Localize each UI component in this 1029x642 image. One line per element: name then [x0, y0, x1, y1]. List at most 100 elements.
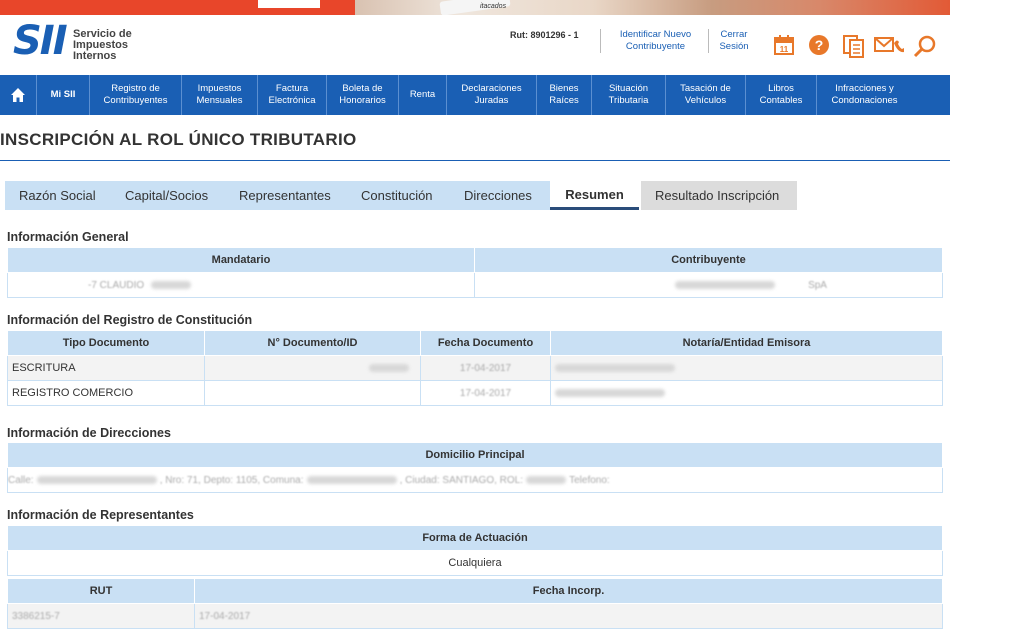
nav-label: Raíces [549, 95, 579, 106]
nav-label: Situación [608, 83, 649, 94]
contact-icon[interactable] [874, 34, 906, 54]
section-title-informacion-general: Información General [7, 230, 129, 244]
search-icon[interactable] [913, 34, 937, 58]
numero-documento-cell [204, 380, 421, 406]
redacted-block [675, 281, 775, 290]
nav-libros-contables[interactable]: Libros Contables [746, 75, 817, 115]
rut-label: Rut: 8901296 - 1 [510, 30, 579, 40]
tab-direcciones[interactable]: Direcciones [450, 181, 550, 210]
nav-home[interactable] [0, 75, 37, 115]
main-nav: Mi SII Registro de Contribuyentes Impuest… [0, 75, 950, 115]
domicilio-telefono: Telefono: [569, 475, 610, 486]
nav-factura-electronica[interactable]: Factura Electrónica [258, 75, 327, 115]
rut-cell: 3386215-7 [7, 603, 195, 629]
tab-razon-social[interactable]: Razón Social [5, 181, 111, 210]
column-header-notaria: Notaría/Entidad Emisora [550, 330, 943, 356]
nav-impuestos-mensuales[interactable]: Impuestos Mensuales [182, 75, 258, 115]
logo-line-3: Internos [73, 50, 117, 62]
tab-capital-socios[interactable]: Capital/Socios [111, 181, 225, 210]
banner-photo-text: itacados [480, 3, 507, 10]
informacion-general-table: Mandatario Contribuyente -7 CLAUDIO SpA [7, 247, 943, 298]
column-header-contribuyente: Contribuyente [474, 247, 943, 273]
nav-label: Juradas [474, 95, 509, 106]
page-title: INSCRIPCIÓN AL ROL ÚNICO TRIBUTARIO [0, 130, 357, 149]
nav-renta[interactable]: Renta [399, 75, 447, 115]
nav-situacion-tributaria[interactable]: Situación Tributaria [592, 75, 666, 115]
nav-label: Impuestos [197, 83, 242, 94]
logo-text: Servicio de Impuestos Internos [73, 29, 132, 62]
cerrar-sesion-link[interactable]: Cerrar Sesión [714, 29, 754, 53]
header-separator [600, 29, 601, 53]
nav-bienes-raices[interactable]: Bienes Raíces [537, 75, 592, 115]
section-title-representantes: Información de Representantes [7, 508, 194, 522]
section-title-registro-constitucion: Información del Registro de Constitución [7, 313, 253, 327]
section-title-direcciones: Información de Direcciones [7, 426, 171, 440]
fecha-documento-cell: 17-04-2017 [420, 355, 551, 381]
fecha-documento-value: 17-04-2017 [459, 363, 512, 374]
calendar-icon[interactable]: 11 [773, 34, 794, 55]
nav-label: Renta [409, 89, 436, 100]
nav-label: Bienes [549, 83, 579, 94]
nav-label: Electrónica [268, 95, 316, 106]
nav-label: Factura [275, 83, 309, 94]
rut-value: 3386215-7 [12, 611, 60, 622]
tab-resumen[interactable]: Resumen [550, 181, 639, 210]
domicilio-principal-cell: Calle: , Nro: 71, Depto: 1105, Comuna: ,… [7, 467, 943, 493]
column-header-mandatario: Mandatario [7, 247, 475, 273]
table-row: REGISTRO COMERCIO 17-04-2017 [7, 380, 943, 406]
tipo-documento-cell: ESCRITURA [7, 355, 205, 381]
column-header-numero-documento: N° Documento/ID [204, 330, 421, 356]
domicilio-numero-depto: , Nro: 71, Depto: 1105, Comuna: [159, 475, 304, 486]
cerrar-line-1: Cerrar [720, 29, 748, 40]
nav-label: Mensuales [196, 95, 243, 106]
nav-label: Libros [768, 83, 794, 94]
nav-label: Condonaciones [831, 95, 898, 106]
svg-text:?: ? [815, 37, 824, 53]
column-header-fecha-documento: Fecha Documento [420, 330, 551, 356]
nav-mi-sii[interactable]: Mi SII [37, 75, 90, 115]
column-header-forma-actuacion: Forma de Actuación [7, 525, 943, 551]
sii-logo[interactable]: SII Servicio de Impuestos Internos [13, 21, 143, 65]
contribuyente-value: SpA [808, 280, 827, 291]
help-icon[interactable]: ? [808, 34, 829, 55]
nav-label: Vehículos [684, 95, 727, 106]
tab-constitucion[interactable]: Constitución [347, 181, 450, 210]
nav-label: Registro de [111, 83, 160, 94]
fecha-incorp-cell: 17-04-2017 [194, 603, 943, 629]
nav-registro-contribuyentes[interactable]: Registro de Contribuyentes [90, 75, 182, 115]
tipo-documento-cell: REGISTRO COMERCIO [7, 380, 205, 406]
logo-mark: SII [13, 18, 68, 64]
redacted-block [151, 281, 192, 290]
nav-label: Declaraciones [461, 83, 522, 94]
notaria-cell [550, 380, 943, 406]
tab-representantes[interactable]: Representantes [225, 181, 347, 210]
nav-label: Tributaria [608, 95, 649, 106]
header-separator [708, 29, 709, 53]
identificar-line-1: Identificar Nuevo [619, 29, 692, 40]
site-header: SII Servicio de Impuestos Internos Rut: … [0, 15, 950, 75]
redacted-block [526, 476, 567, 485]
identificar-contribuyente-link[interactable]: Identificar Nuevo Contribuyente [613, 29, 698, 53]
nav-label: Boleta de [342, 83, 383, 94]
nav-declaraciones-juradas[interactable]: Declaraciones Juradas [447, 75, 537, 115]
registro-constitucion-table: Tipo Documento N° Documento/ID Fecha Doc… [7, 330, 943, 406]
documents-icon[interactable] [842, 34, 866, 58]
redacted-block [36, 476, 157, 485]
table-row: 3386215-7 17-04-2017 [7, 603, 943, 629]
nav-label: Tasación de [680, 83, 731, 94]
column-header-tipo-documento: Tipo Documento [7, 330, 205, 356]
column-header-domicilio-principal: Domicilio Principal [7, 442, 943, 468]
contribuyente-cell: SpA [474, 272, 943, 298]
mandatario-value: -7 CLAUDIO [88, 280, 145, 291]
direcciones-table: Domicilio Principal Calle: , Nro: 71, De… [7, 442, 943, 493]
domicilio-calle-label: Calle: [8, 475, 34, 486]
redacted-block [369, 364, 409, 373]
tab-resultado-inscripcion[interactable]: Resultado Inscripción [641, 181, 797, 210]
nav-boleta-honorarios[interactable]: Boleta de Honorarios [327, 75, 399, 115]
column-header-rut: RUT [7, 578, 195, 604]
nav-tasacion-vehiculos[interactable]: Tasación de Vehículos [666, 75, 746, 115]
nav-infracciones-condonaciones[interactable]: Infracciones y Condonaciones [817, 75, 912, 115]
wizard-tabs: Razón Social Capital/Socios Representant… [5, 181, 797, 210]
notaria-cell [550, 355, 943, 381]
representantes-table: RUT Fecha Incorp. 3386215-7 17-04-2017 [7, 578, 943, 629]
